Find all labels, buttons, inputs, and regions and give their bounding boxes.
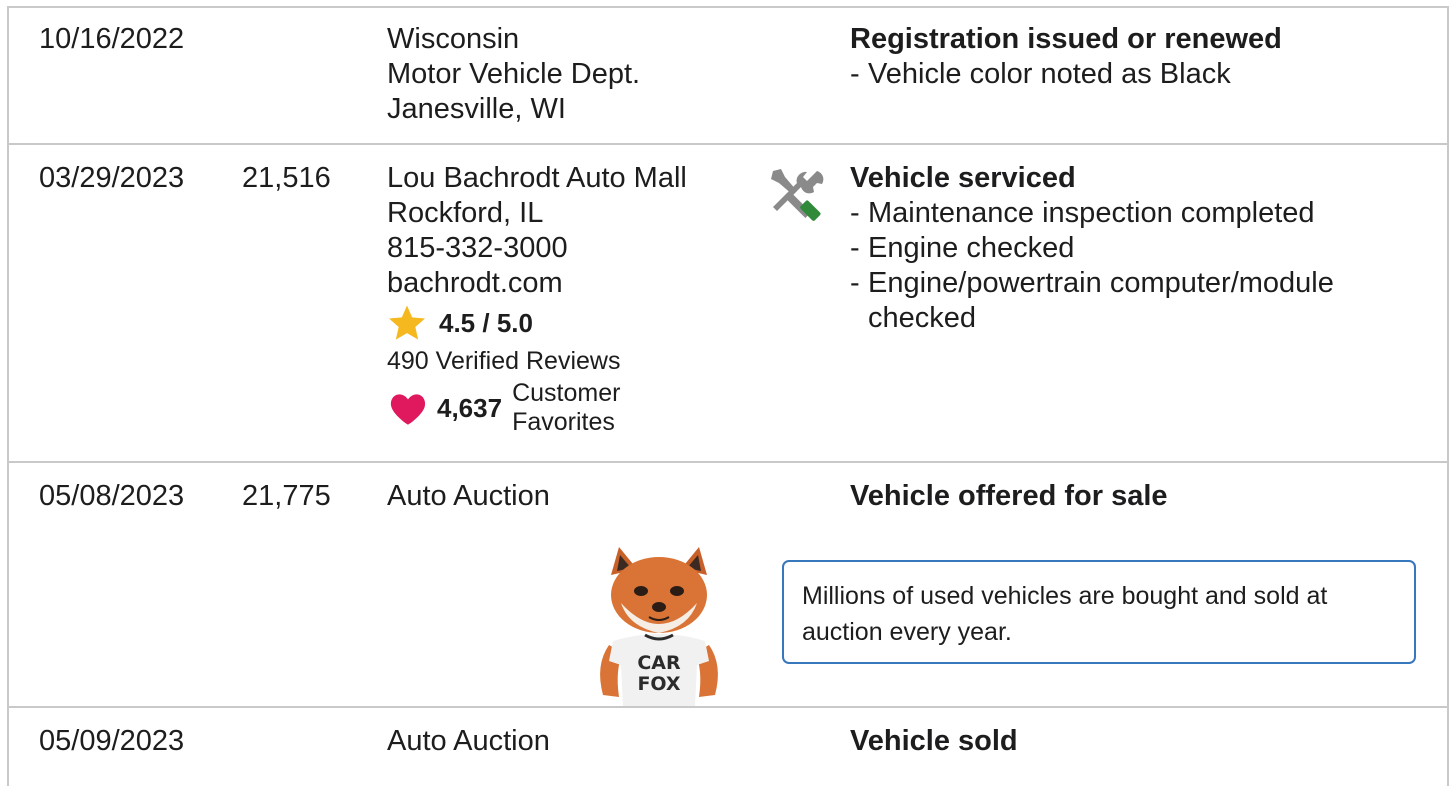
source-line: Rockford, IL: [387, 197, 544, 229]
customer-favorites: 4,637 Customer Favorites: [387, 379, 687, 437]
record-comments: Vehicle offered for sale: [850, 479, 1410, 514]
record-date: 10/16/2022: [39, 23, 185, 55]
record-mileage: 21,775: [242, 480, 331, 512]
event-detail: Engine checked: [850, 231, 1410, 266]
record-comments: Vehicle sold: [850, 724, 1410, 759]
service-wrench-screwdriver-icon: [771, 169, 824, 221]
favorites-count: 4,637: [437, 392, 503, 423]
source-line: Wisconsin: [387, 23, 520, 55]
heart-icon: [390, 394, 426, 425]
source-line: Motor Vehicle Dept.: [387, 58, 641, 90]
verified-reviews-link[interactable]: 490 Verified Reviews: [387, 345, 687, 377]
source-line: Auto Auction: [387, 725, 550, 757]
event-title: Vehicle offered for sale: [850, 480, 1168, 512]
dealer-name-link[interactable]: Lou Bachrodt Auto Mall: [387, 161, 687, 196]
mascot-shirt-text: CAR: [637, 652, 681, 674]
dealer-phone-link[interactable]: 815-332-3000: [387, 231, 687, 266]
record-comments: Vehicle serviced Maintenance inspection …: [850, 161, 1410, 336]
record-source: Lou Bachrodt Auto Mall Rockford, IL 815-…: [387, 161, 687, 437]
record-source: Auto Auction: [387, 724, 550, 759]
event-detail: Vehicle color noted as Black: [850, 57, 1410, 92]
table-row: 05/09/2023 Auto Auction Vehicle sold: [7, 708, 1449, 788]
table-row: 05/08/2023 21,775 Auto Auction Vehicle o…: [7, 463, 1449, 708]
dealer-website-link[interactable]: bachrodt.com: [387, 266, 687, 301]
event-detail: Engine/powertrain computer/module checke…: [850, 266, 1410, 336]
record-date: 05/08/2023: [39, 480, 185, 512]
table-row: 03/29/2023 21,516 Lou Bachrodt Auto Mall…: [7, 145, 1449, 463]
record-date: 05/09/2023: [39, 725, 185, 757]
table-row: 10/16/2022 Wisconsin Motor Vehicle Dept.…: [7, 6, 1449, 145]
star-icon: [389, 305, 425, 340]
dealer-rating[interactable]: 4.5 / 5.0: [387, 303, 687, 343]
record-mileage: 21,516: [242, 162, 331, 194]
record-source: Wisconsin Motor Vehicle Dept. Janesville…: [387, 22, 640, 127]
favorites-label: Customer Favorites: [512, 379, 621, 436]
auction-info-callout: Millions of used vehicles are bought and…: [782, 560, 1416, 664]
event-title: Registration issued or renewed: [850, 23, 1282, 55]
event-detail: Maintenance inspection completed: [850, 196, 1410, 231]
mascot-shirt-text: FOX: [637, 673, 680, 695]
record-comments: Registration issued or renewed Vehicle c…: [850, 22, 1410, 92]
source-line: Auto Auction: [387, 480, 550, 512]
carfox-mascot-image: CAR FOX: [600, 547, 718, 706]
rating-value: 4.5 / 5.0: [439, 307, 533, 338]
record-date: 03/29/2023: [39, 162, 185, 194]
event-title: Vehicle serviced: [850, 162, 1076, 194]
source-line: Janesville, WI: [387, 93, 566, 125]
event-title: Vehicle sold: [850, 725, 1018, 757]
record-source: Auto Auction: [387, 479, 550, 514]
